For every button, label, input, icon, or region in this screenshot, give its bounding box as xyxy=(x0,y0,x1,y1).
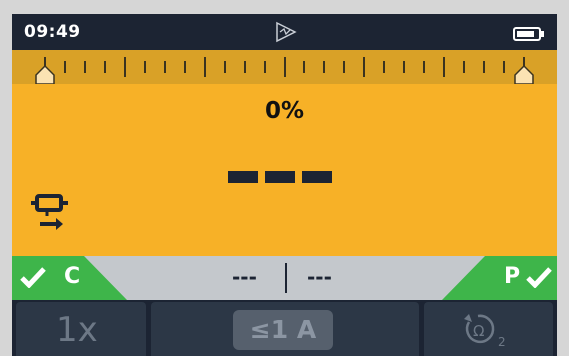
percent-readout: 0% xyxy=(264,98,305,124)
pass-flag-c: C xyxy=(12,256,127,300)
reading-right: --- xyxy=(307,265,332,289)
ruler-marker-left[interactable] xyxy=(35,64,55,84)
ohm-reset-softkey[interactable]: Ω 2 xyxy=(424,302,553,356)
multiplier-softkey[interactable]: 1x xyxy=(16,302,146,356)
flag-label-c: C xyxy=(64,264,81,289)
multiplier-label: 1x xyxy=(56,310,98,350)
flag-label-p: P xyxy=(504,264,521,289)
value-placeholder xyxy=(228,168,339,187)
result-bar: C --- --- P xyxy=(12,256,557,300)
measurement-display: 0% xyxy=(12,84,557,256)
current-range-softkey[interactable]: ≤1 A xyxy=(151,302,419,356)
dash-3 xyxy=(302,171,332,183)
reading-divider xyxy=(285,263,287,293)
status-bar: 09:49 xyxy=(12,14,557,50)
ruler-scale xyxy=(35,57,534,84)
check-icon xyxy=(20,266,46,294)
current-range-chip: ≤1 A xyxy=(233,310,333,350)
dash-2 xyxy=(265,171,295,183)
position-ruler xyxy=(12,50,557,84)
current-range-label: ≤1 A xyxy=(249,315,317,344)
dash-1 xyxy=(228,171,258,183)
softkey-row: 1x ≤1 A Ω 2 xyxy=(12,300,557,356)
clamp-direction-icon xyxy=(30,194,70,236)
ruler-marker-right[interactable] xyxy=(514,64,534,84)
device-screen: 09:49 0% C --- --- P 1x ≤1 A Ω 2 xyxy=(12,14,557,356)
check-icon xyxy=(526,266,552,294)
svg-text:Ω: Ω xyxy=(473,322,484,340)
signal-triangle-icon xyxy=(274,21,298,43)
battery-icon xyxy=(513,26,545,45)
pass-flag-p: P xyxy=(442,256,557,300)
reading-left: --- xyxy=(232,265,257,289)
clock-time: 09:49 xyxy=(24,22,81,42)
ohm-reset-icon: Ω 2 xyxy=(464,314,506,349)
ohm-subscript: 2 xyxy=(498,335,506,349)
